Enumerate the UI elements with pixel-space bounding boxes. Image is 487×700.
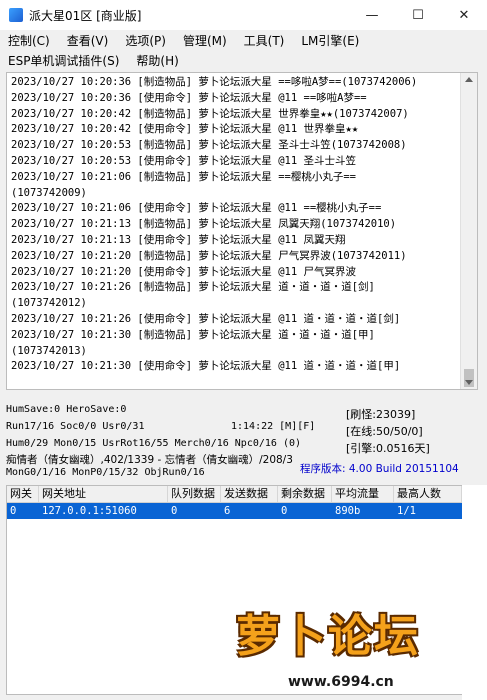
column-avg-traffic[interactable]: 平均流量 (332, 486, 394, 502)
column-queue-data[interactable]: 队列数据 (168, 486, 221, 502)
cell-queue: 0 (171, 505, 178, 517)
status-save: HumSave:0 HeroSave:0 (6, 404, 127, 415)
scroll-down-icon[interactable] (465, 380, 473, 385)
cell-avg: 890b (335, 505, 361, 517)
status-run: Run17/16 Soc0/0 Usr0/31 (6, 421, 145, 432)
title-bar: 派大星01区 [商业版] — ☐ ✕ (0, 0, 487, 30)
log-pane[interactable]: 2023/10/27 10:20:36 [制造物品] 萝卜论坛派大星 ==哆啦A… (6, 72, 478, 390)
stats-box: [刷怪:23039] [在线:50/50/0] [引擎:0.0516天] (346, 406, 472, 457)
maximize-button[interactable]: ☐ (395, 0, 441, 30)
log-line: (1073742013) (11, 344, 87, 357)
menu-help[interactable]: 帮助(H) (136, 52, 178, 69)
column-remaining-data[interactable]: 剩余数据 (278, 486, 332, 502)
log-line: (1073742012) (11, 297, 87, 310)
cell-remaining: 0 (281, 505, 288, 517)
minimize-button[interactable]: — (349, 0, 395, 30)
log-line: 2023/10/27 10:20:53 [使用命令] 萝卜论坛派大星 @11 圣… (11, 154, 357, 167)
log-line: 2023/10/27 10:21:06 [制造物品] 萝卜论坛派大星 ==樱桃小… (11, 170, 357, 183)
cell-address: 127.0.0.1:51060 (42, 505, 137, 517)
log-line: 2023/10/27 10:21:20 [制造物品] 萝卜论坛派大星 尸气冥界波… (11, 249, 407, 262)
log-scrollbar[interactable] (460, 73, 477, 389)
menu-control[interactable]: 控制(C) (8, 32, 50, 49)
stat-online: [在线:50/50/0] (346, 425, 423, 438)
window-title: 派大星01区 [商业版] (29, 8, 142, 23)
log-line: (1073742009) (11, 186, 87, 199)
scroll-up-icon[interactable] (465, 77, 473, 82)
log-line: 2023/10/27 10:21:30 [制造物品] 萝卜论坛派大星 道・道・道… (11, 328, 375, 341)
status-time: 1:14:22 [M][F] (231, 421, 316, 432)
menu-view[interactable]: 查看(V) (67, 32, 109, 49)
app-icon (9, 8, 23, 22)
log-line: 2023/10/27 10:21:06 [使用命令] 萝卜论坛派大星 @11 =… (11, 202, 382, 215)
watermark-brand: 萝卜论坛 (236, 611, 420, 662)
log-line: 2023/10/27 10:20:36 [制造物品] 萝卜论坛派大星 ==哆啦A… (11, 76, 418, 88)
menu-tools[interactable]: 工具(T) (244, 32, 285, 49)
menu-options[interactable]: 选项(P) (125, 32, 166, 49)
close-button[interactable]: ✕ (441, 0, 487, 30)
menu-lm-engine[interactable]: LM引擎(E) (301, 32, 359, 49)
column-gateway-address[interactable]: 网关地址 (39, 486, 168, 502)
table-row[interactable]: 0 127.0.0.1:51060 0 6 0 890b 1/1 (7, 503, 462, 519)
status-monsters: MonG0/1/16 MonP0/15/32 ObjRun0/16 (6, 467, 205, 478)
log-line: 2023/10/27 10:20:42 [使用命令] 萝卜论坛派大星 @11 世… (11, 123, 359, 136)
log-line: 2023/10/27 10:20:42 [制造物品] 萝卜论坛派大星 世界拳皇★… (11, 107, 409, 120)
column-max-players[interactable]: 最高人数 (394, 486, 462, 502)
watermark-logo: 萝卜论坛 www.6994.cn (236, 600, 481, 700)
cell-max: 1/1 (397, 505, 416, 517)
menu-bar: 控制(C) 查看(V) 选项(P) 管理(M) 工具(T) LM引擎(E) ES… (0, 30, 487, 70)
menu-esp-plugin[interactable]: ESP单机调试插件(S) (8, 52, 119, 69)
column-sent-data[interactable]: 发送数据 (221, 486, 278, 502)
log-line: 2023/10/27 10:21:26 [制造物品] 萝卜论坛派大星 道・道・道… (11, 281, 375, 294)
menu-manage[interactable]: 管理(M) (183, 32, 227, 49)
version-label: 程序版本: 4.00 Build 20151104 (300, 463, 459, 475)
cell-sent: 6 (224, 505, 231, 517)
table-header: 网关 网关地址 队列数据 发送数据 剩余数据 平均流量 最高人数 (7, 486, 462, 503)
watermark-url: www.6994.cn (288, 674, 394, 690)
log-line: 2023/10/27 10:20:53 [制造物品] 萝卜论坛派大星 圣斗士斗笠… (11, 139, 407, 152)
log-line: 2023/10/27 10:21:26 [使用命令] 萝卜论坛派大星 @11 道… (11, 312, 401, 325)
column-gateway[interactable]: 网关 (7, 486, 39, 502)
stat-spawn: [刷怪:23039] (346, 408, 416, 421)
status-counts: Hum0/29 Mon0/15 UsrRot16/55 Merch0/16 Np… (6, 438, 302, 449)
log-line: 2023/10/27 10:20:36 [使用命令] 萝卜论坛派大星 @11 =… (11, 91, 367, 104)
status-players: 痴情者（倩女幽魂）,402/1339 - 忘情者（倩女幽魂）/208/3 (6, 454, 293, 466)
log-line: 2023/10/27 10:21:13 [制造物品] 萝卜论坛派大星 凤翼天翔(… (11, 218, 397, 231)
log-line: 2023/10/27 10:21:13 [使用命令] 萝卜论坛派大星 @11 凤… (11, 233, 346, 246)
log-line: 2023/10/27 10:21:20 [使用命令] 萝卜论坛派大星 @11 尸… (11, 265, 357, 278)
cell-gateway: 0 (10, 505, 17, 517)
stat-engine: [引擎:0.0516天] (346, 442, 430, 455)
log-line: 2023/10/27 10:21:30 [使用命令] 萝卜论坛派大星 @11 道… (11, 360, 401, 373)
